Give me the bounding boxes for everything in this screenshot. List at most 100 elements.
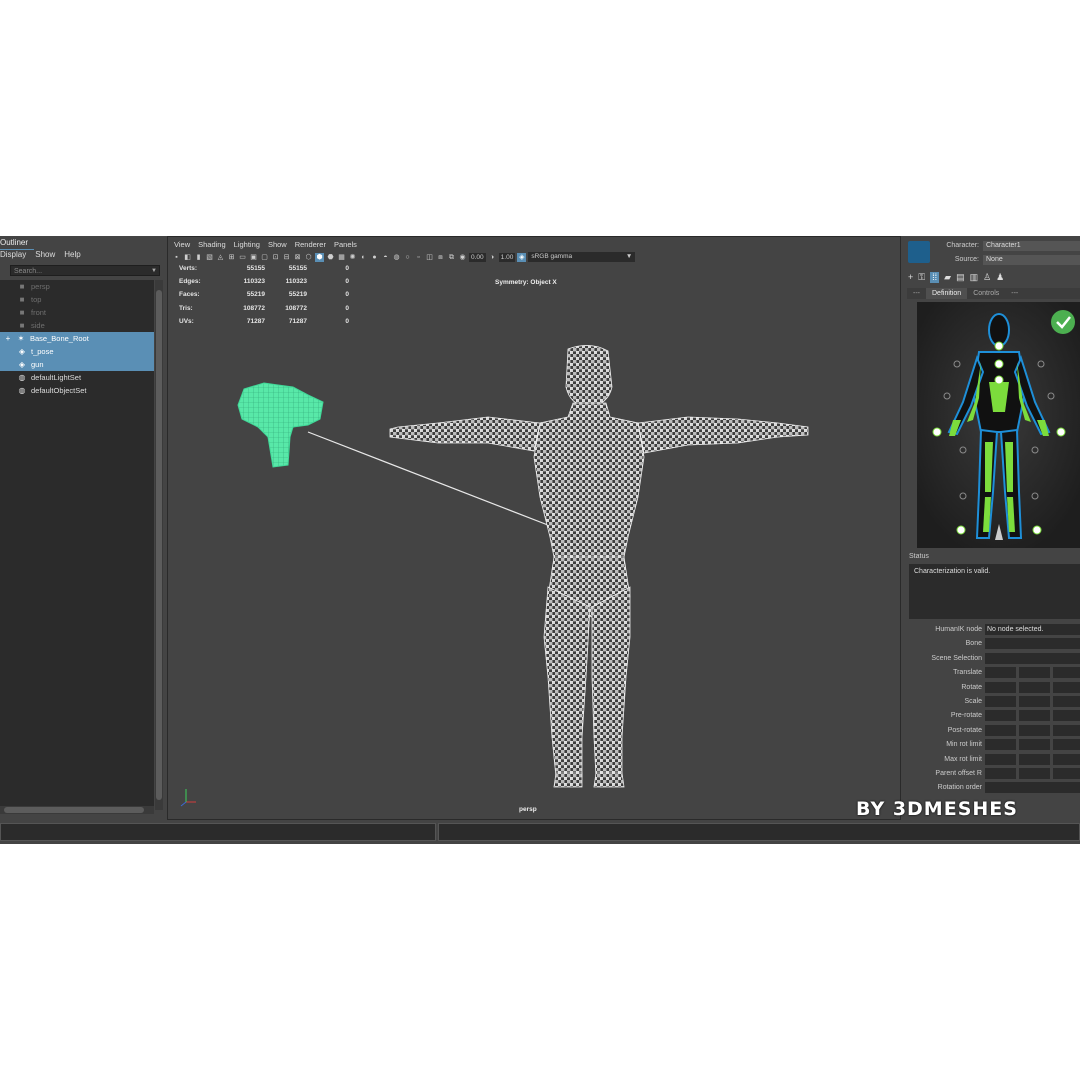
prop-cell-y[interactable]: [1019, 753, 1050, 765]
prop-cell-x[interactable]: [985, 681, 1016, 693]
tab-controls[interactable]: Controls: [967, 288, 1005, 299]
outliner-item-default-object-set[interactable]: ◍ defaultObjectSet: [0, 384, 154, 397]
outliner-item-persp[interactable]: ■ persp: [0, 280, 154, 293]
expand-icon[interactable]: +: [4, 334, 12, 343]
axis-gizmo: [180, 789, 196, 807]
outliner-item-label: Base_Bone_Root: [30, 334, 89, 343]
joint-icon: ✶: [17, 334, 25, 343]
prop-cell-z[interactable]: [1053, 739, 1080, 751]
prop-cell-x[interactable]: [985, 739, 1016, 751]
prop-cell-y[interactable]: [1019, 710, 1050, 722]
tab-definition[interactable]: Definition: [926, 288, 968, 299]
lock-icon[interactable]: ⚿: [918, 272, 925, 283]
prop-cell-z[interactable]: [1053, 667, 1080, 679]
camera-icon: ■: [19, 282, 25, 291]
delete-icon[interactable]: ▥: [970, 272, 979, 283]
prop-label: Rotate: [961, 683, 982, 691]
menu-display[interactable]: Display: [0, 250, 26, 262]
outliner-item-default-light-set[interactable]: ◍ defaultLightSet: [0, 371, 154, 384]
outliner-item-top[interactable]: ■ top: [0, 293, 154, 306]
outliner-item-label: front: [31, 308, 47, 317]
folder-open-icon[interactable]: ▰: [944, 272, 951, 283]
status-box: Characterization is valid.: [909, 564, 1080, 619]
prop-pre-rotate: Pre-rotate: [905, 709, 1080, 723]
humanik-logo-icon[interactable]: [908, 241, 930, 263]
source-dropdown[interactable]: None: [983, 255, 1080, 265]
set-icon: ◍: [18, 373, 26, 382]
prop-cell-z[interactable]: [1053, 710, 1080, 722]
gun-mesh[interactable]: [237, 382, 324, 468]
set-icon: ◍: [18, 386, 26, 395]
pose-icon[interactable]: ♟: [996, 272, 1004, 283]
prop-label: Min rot limit: [946, 741, 982, 749]
prop-cell-z[interactable]: [1053, 768, 1080, 779]
prop-cell-x[interactable]: [985, 724, 1016, 736]
humanik-character-diagram[interactable]: [917, 302, 1080, 548]
outliner-vertical-scrollbar[interactable]: [155, 280, 163, 810]
menu-help[interactable]: Help: [64, 250, 80, 262]
prop-rotate: Rotate: [905, 681, 1080, 695]
camera-icon: ■: [19, 308, 25, 317]
character-dropdown[interactable]: Character1: [983, 241, 1080, 251]
prop-cell-x[interactable]: [985, 696, 1016, 707]
prop-value[interactable]: [985, 782, 1080, 794]
help-line-bar: [438, 823, 1080, 841]
outliner-item-t-pose[interactable]: ◈ t_pose: [0, 345, 154, 358]
t-pose-character-mesh[interactable]: [389, 345, 809, 788]
prop-cell-x[interactable]: [985, 710, 1016, 722]
outliner-item-label: top: [31, 295, 42, 304]
prop-cell-z[interactable]: [1053, 681, 1080, 693]
prop-cell-y[interactable]: [1019, 696, 1050, 707]
mirror-icon[interactable]: ♙: [983, 272, 991, 283]
prop-cell-z[interactable]: [1053, 753, 1080, 765]
menu-show[interactable]: Show: [35, 250, 55, 262]
outliner-item-label: side: [31, 321, 45, 330]
prop-scale: Scale: [905, 695, 1080, 709]
status-text: Characterization is valid.: [914, 568, 991, 575]
outliner-item-front[interactable]: ■ front: [0, 306, 154, 319]
outliner-panel: Outliner Display Show Help Search... ▼ ■…: [0, 236, 166, 822]
search-placeholder: Search...: [14, 268, 43, 275]
prop-cell-y[interactable]: [1019, 739, 1050, 751]
watermark-text: BY 3DMESHES: [856, 798, 1018, 820]
prop-parent-offset-r: Parent offset R: [905, 767, 1080, 781]
viewport-panel[interactable]: View Shading Lighting Show Renderer Pane…: [167, 236, 901, 820]
outliner-menubar: Display Show Help: [0, 250, 81, 262]
create-character-icon[interactable]: +: [908, 272, 913, 283]
outliner-item-label: t_pose: [31, 347, 54, 356]
prop-value[interactable]: No node selected.: [985, 624, 1080, 635]
prop-cell-y[interactable]: [1019, 667, 1050, 679]
prop-value[interactable]: [985, 638, 1080, 650]
prop-cell-x[interactable]: [985, 753, 1016, 765]
prop-label: Scene Selection: [931, 654, 982, 662]
search-dropdown-icon[interactable]: ▼: [151, 266, 157, 277]
prop-cell-x[interactable]: [985, 768, 1016, 779]
outliner-item-label: persp: [31, 282, 50, 291]
command-line-bar[interactable]: [0, 823, 436, 841]
outliner-horizontal-scrollbar[interactable]: [0, 806, 154, 814]
prop-cell-z[interactable]: [1053, 724, 1080, 736]
prop-cell-y[interactable]: [1019, 768, 1050, 779]
prop-value[interactable]: [985, 652, 1080, 664]
humanik-toolbar: + ⚿ ⁞⁞ ▰ ▤ ▥ ♙ ♟: [908, 272, 1004, 283]
prop-cell-z[interactable]: [1053, 696, 1080, 707]
outliner-item-gun[interactable]: ◈ gun: [0, 358, 154, 371]
viewport-scene[interactable]: [168, 237, 900, 819]
prop-label: Max rot limit: [944, 755, 982, 763]
save-icon[interactable]: ▤: [956, 272, 965, 283]
prop-label: Pre-rotate: [950, 712, 982, 720]
prop-rotation-order: Rotation order: [905, 781, 1080, 795]
character-label: Character:: [946, 242, 979, 249]
outliner-item-label: gun: [31, 360, 44, 369]
prop-cell-y[interactable]: [1019, 724, 1050, 736]
outliner-item-side[interactable]: ■ side: [0, 319, 154, 332]
outliner-item-base-bone-root[interactable]: + ✶ Base_Bone_Root: [0, 332, 154, 345]
prop-bone: Bone: [905, 637, 1080, 651]
prop-cell-x[interactable]: [985, 667, 1016, 679]
outliner-item-label: defaultLightSet: [31, 373, 82, 382]
outliner-search-input[interactable]: Search... ▼: [10, 265, 160, 276]
prop-cell-y[interactable]: [1019, 681, 1050, 693]
prop-label: HumanIK node: [935, 626, 982, 633]
mesh-icon: ◈: [18, 360, 26, 369]
skeleton-icon[interactable]: ⁞⁞: [930, 272, 940, 283]
